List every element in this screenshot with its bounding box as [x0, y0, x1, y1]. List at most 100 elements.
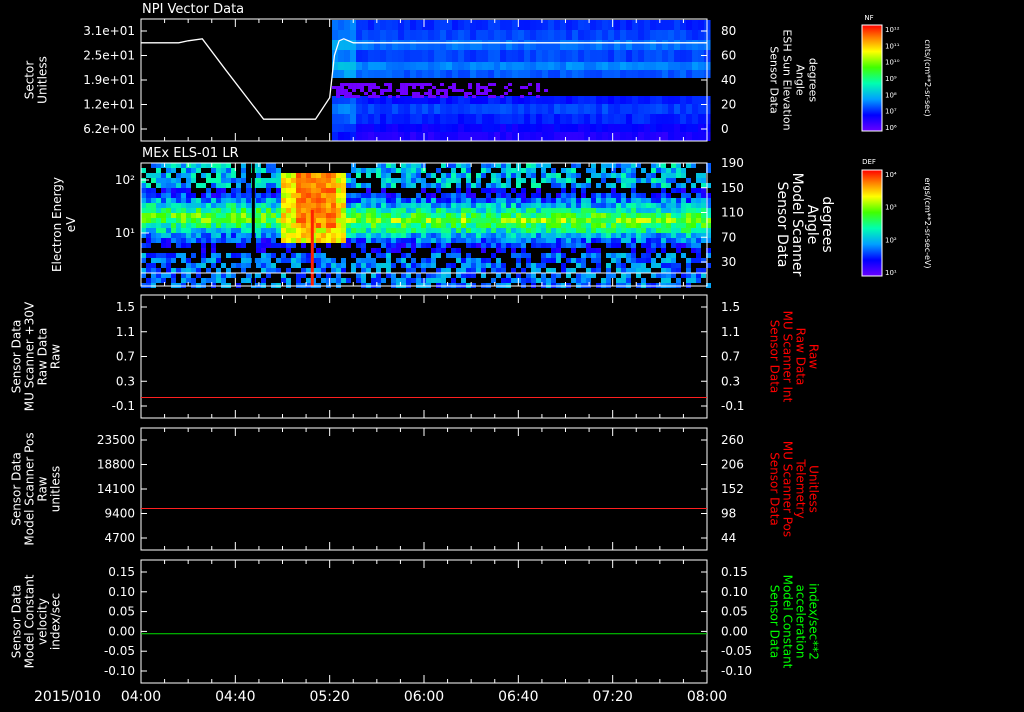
heatmap-cell — [481, 243, 486, 248]
heatmap-cell — [321, 253, 326, 258]
heatmap-cell — [650, 114, 657, 124]
heatmap-cell — [181, 203, 186, 208]
heatmap-cell — [671, 263, 676, 268]
heatmap-cell — [481, 263, 486, 268]
heatmap-cell — [536, 163, 541, 168]
heatmap-cell — [674, 70, 681, 78]
heatmap-cell — [566, 208, 571, 213]
heatmap-cell — [584, 124, 591, 132]
heatmap-cell — [246, 198, 251, 203]
heatmap-cell — [146, 193, 151, 198]
heatmap-cell — [211, 203, 216, 208]
heatmap-cell — [431, 208, 436, 213]
heatmap-cell — [560, 62, 567, 70]
heatmap-cell — [231, 208, 236, 213]
heatmap-cell — [161, 178, 166, 183]
heatmap-cell — [531, 203, 536, 208]
heatmap-cell — [352, 83, 357, 86]
heatmap-cell — [321, 173, 326, 178]
heatmap-cell — [241, 238, 246, 243]
heatmap-cell — [386, 104, 393, 114]
heatmap-cell — [411, 173, 416, 178]
heatmap-cell — [286, 238, 291, 243]
heatmap-cell — [421, 243, 426, 248]
heatmap-cell — [176, 268, 181, 273]
heatmap-cell — [692, 40, 699, 50]
heatmap-cell — [561, 203, 566, 208]
heatmap-cell — [611, 273, 616, 278]
heatmap-cell — [542, 40, 549, 50]
heatmap-cell — [246, 183, 251, 188]
heatmap-cell — [530, 30, 537, 40]
heatmap-cell — [286, 218, 291, 223]
heatmap-cell — [546, 193, 551, 198]
heatmap-cell — [431, 278, 436, 283]
heatmap-cell — [461, 218, 466, 223]
heatmap-cell — [576, 203, 581, 208]
heatmap-cell — [556, 248, 561, 253]
heatmap-cell — [311, 203, 316, 208]
heatmap-cell — [501, 263, 506, 268]
heatmap-cell — [536, 223, 541, 228]
heatmap-cell — [341, 243, 346, 248]
heatmap-cell — [541, 273, 546, 278]
heatmap-cell — [631, 198, 636, 203]
heatmap-cell — [281, 193, 286, 198]
heatmap-cell — [344, 83, 349, 86]
heatmap-cell — [476, 83, 481, 86]
heatmap-cell — [151, 193, 156, 198]
heatmap-cell — [351, 233, 356, 238]
heatmap-cell — [446, 218, 451, 223]
heatmap-cell — [614, 124, 621, 132]
heatmap-cell — [471, 238, 476, 243]
heatmap-cell — [176, 193, 181, 198]
heatmap-cell — [626, 258, 631, 263]
heatmap-cell — [481, 248, 486, 253]
heatmap-cell — [662, 96, 669, 104]
heatmap-cell — [631, 268, 636, 273]
heatmap-cell — [578, 96, 585, 104]
heatmap-cell — [421, 228, 426, 233]
heatmap-cell — [391, 213, 396, 218]
colorbar-tick: 10³ — [885, 204, 897, 212]
heatmap-cell — [336, 223, 341, 228]
heatmap-cell — [572, 104, 579, 114]
heatmap-cell — [400, 86, 405, 89]
heatmap-cell — [191, 278, 196, 283]
heatmap-cell — [362, 96, 369, 104]
heatmap-cell — [601, 233, 606, 238]
heatmap-cell — [321, 278, 326, 283]
heatmap-cell — [211, 213, 216, 218]
heatmap-cell — [171, 198, 176, 203]
y-tick-label-left: 0.15 — [108, 565, 135, 579]
heatmap-cell — [406, 213, 411, 218]
heatmap-cell — [686, 62, 693, 70]
heatmap-cell — [226, 178, 231, 183]
heatmap-cell — [422, 40, 429, 50]
heatmap-cell — [171, 218, 176, 223]
heatmap-cell — [376, 268, 381, 273]
heatmap-cell — [661, 168, 666, 173]
heatmap-cell — [381, 238, 386, 243]
heatmap-cell — [201, 198, 206, 203]
heatmap-cell — [391, 198, 396, 203]
heatmap-cell — [416, 114, 423, 124]
heatmap-cell — [151, 208, 156, 213]
heatmap-cell — [691, 223, 696, 228]
heatmap-cell — [266, 203, 271, 208]
heatmap-cell — [488, 89, 493, 92]
heatmap-cell — [511, 248, 516, 253]
heatmap-cell — [361, 183, 366, 188]
heatmap-cell — [346, 233, 351, 238]
heatmap-cell — [216, 278, 221, 283]
heatmap-cell — [216, 193, 221, 198]
heatmap-cell — [551, 253, 556, 258]
heatmap-cell — [584, 62, 591, 70]
heatmap-cell — [191, 228, 196, 233]
heatmap-cell — [500, 70, 507, 78]
heatmap-cell — [638, 70, 645, 78]
heatmap-cell — [286, 193, 291, 198]
heatmap-cell — [391, 263, 396, 268]
heatmap-cell — [436, 92, 441, 95]
heatmap-cell — [701, 188, 706, 193]
